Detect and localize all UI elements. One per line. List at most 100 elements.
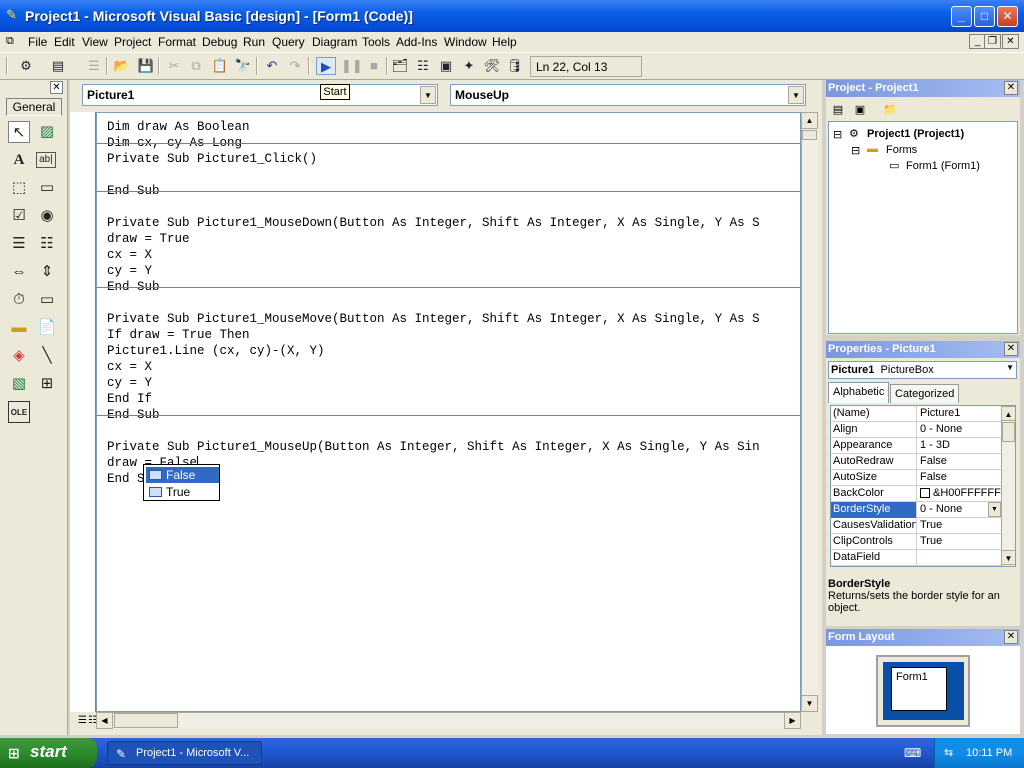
property-value[interactable]: False <box>918 454 1001 470</box>
menu-help[interactable]: Help <box>492 35 517 49</box>
menu-diagram[interactable]: Diagram <box>312 35 357 49</box>
menu-system-icon[interactable]: ⧉ <box>6 35 14 48</box>
tree-item-project[interactable]: Project1 (Project1) <box>867 128 964 140</box>
code-line[interactable]: draw = True <box>107 231 190 247</box>
scroll-up-icon[interactable]: ▲ <box>801 112 818 129</box>
code-line[interactable]: Dim draw As Boolean <box>107 119 250 135</box>
close-button[interactable]: ✕ <box>997 6 1018 27</box>
project-explorer-icon[interactable]: 🗂 <box>390 57 410 75</box>
form-layout-close-button[interactable]: ✕ <box>1004 630 1018 644</box>
property-value[interactable]: 0 - None <box>918 422 1001 438</box>
chevron-down-icon[interactable]: ▼ <box>788 86 804 104</box>
minimize-button[interactable]: _ <box>951 6 972 27</box>
code-line[interactable]: Private Sub Picture1_MouseDown(Button As… <box>107 215 760 231</box>
tree-expander-icon[interactable]: ⊟ <box>833 128 842 141</box>
combobox-icon[interactable]: ☰ <box>8 233 30 255</box>
hscrollbar-icon[interactable]: ⇔ <box>8 261 30 283</box>
checkbox-icon[interactable]: ☑ <box>8 205 30 227</box>
start-button[interactable]: ⊞ start <box>0 738 97 768</box>
menu-project[interactable]: Project <box>114 35 151 49</box>
procedure-combo[interactable]: MouseUp ▼ <box>450 84 806 106</box>
menu-editor-icon[interactable]: ☰ <box>84 57 104 75</box>
property-row[interactable]: Appearance 1 - 3D <box>831 438 1001 454</box>
property-row[interactable]: AutoRedraw False <box>831 454 1001 470</box>
chevron-down-icon[interactable]: ▼ <box>1006 363 1014 372</box>
menu-tools[interactable]: Tools <box>362 35 390 49</box>
object-browser-icon[interactable]: ✦ <box>459 57 479 75</box>
autocomplete-item[interactable]: False <box>146 467 219 483</box>
property-row[interactable]: (Name) Picture1 <box>831 406 1001 422</box>
scroll-left-icon[interactable]: ◀ <box>96 712 113 729</box>
menu-format[interactable]: Format <box>158 35 196 49</box>
menu-file[interactable]: File <box>28 35 47 49</box>
horizontal-scroll-thumb[interactable] <box>114 713 178 728</box>
add-project-icon[interactable]: ⚙ <box>16 57 36 75</box>
copy-icon[interactable]: ⧉ <box>186 57 206 75</box>
property-row-selected[interactable]: BorderStyle 0 - None ▼ <box>831 502 1001 518</box>
code-margin[interactable] <box>70 112 96 712</box>
code-line[interactable]: Private Sub Picture1_MouseUp(Button As I… <box>107 439 760 455</box>
dirlistbox-icon[interactable]: ▬ <box>8 317 30 339</box>
property-value[interactable] <box>918 550 1001 566</box>
property-value[interactable]: True <box>918 534 1001 550</box>
menu-run[interactable]: Run <box>243 35 265 49</box>
line-tool-icon[interactable]: ╲ <box>36 345 58 367</box>
properties-window-icon[interactable]: ☷ <box>413 57 433 75</box>
code-line[interactable]: cx = X <box>107 359 152 375</box>
menu-query[interactable]: Query <box>272 35 305 49</box>
property-value[interactable]: &H00FFFFFF <box>918 486 1001 502</box>
drivelistbox-icon[interactable]: ▭ <box>36 289 58 311</box>
timer-icon[interactable]: ⏱ <box>8 289 30 311</box>
toolbox-icon[interactable]: 🛠 <box>482 57 502 75</box>
vertical-scroll-thumb[interactable] <box>802 130 817 140</box>
tab-alphabetic[interactable]: Alphabetic <box>828 382 890 403</box>
property-scroll-thumb[interactable] <box>1002 422 1015 442</box>
clock[interactable]: 10:11 PM <box>966 747 1012 759</box>
view-object-icon[interactable]: ▣ <box>850 101 870 119</box>
image-tool-icon[interactable]: ▧ <box>8 373 30 395</box>
cut-icon[interactable]: ✂ <box>164 57 184 75</box>
properties-panel-close-button[interactable]: ✕ <box>1004 342 1018 356</box>
scroll-down-icon[interactable]: ▼ <box>1001 550 1015 565</box>
code-line[interactable]: If draw = True Then <box>107 327 250 343</box>
network-icon[interactable]: ⇆ <box>944 746 953 759</box>
code-line[interactable]: cy = Y <box>107 263 152 279</box>
find-icon[interactable]: 🔭 <box>233 57 253 75</box>
property-row[interactable]: BackColor &H00FFFFFF <box>831 486 1001 502</box>
property-scrollbar[interactable]: ▲ ▼ <box>1001 406 1015 566</box>
add-form-icon[interactable]: ▤ <box>48 57 68 75</box>
scroll-right-icon[interactable]: ▶ <box>784 712 801 729</box>
commandbutton-icon[interactable]: ▭ <box>36 177 58 199</box>
view-code-icon[interactable]: ▤ <box>828 101 848 119</box>
menu-window[interactable]: Window <box>444 35 487 49</box>
toggle-folders-icon[interactable]: 📁 <box>880 101 900 119</box>
tree-item-forms[interactable]: Forms <box>886 144 917 156</box>
property-row[interactable]: Align 0 - None <box>831 422 1001 438</box>
form-layout-icon[interactable]: ▣ <box>436 57 456 75</box>
mdi-close-button[interactable]: ✕ <box>1002 34 1019 49</box>
tab-categorized[interactable]: Categorized <box>890 384 960 403</box>
toolbox-general-tab[interactable]: General <box>6 98 62 116</box>
code-line[interactable]: End S <box>107 471 145 487</box>
property-row[interactable]: AutoSize False <box>831 470 1001 486</box>
pointer-icon[interactable]: ↖ <box>8 121 30 143</box>
property-row[interactable]: CausesValidation True <box>831 518 1001 534</box>
code-editor[interactable]: Dim draw As Boolean Dim cx, cy As Long P… <box>96 112 801 712</box>
paste-icon[interactable]: 📋 <box>210 57 230 75</box>
textbox-icon[interactable]: ab| <box>36 152 56 168</box>
menu-add-ins[interactable]: Add-Ins <box>396 35 437 49</box>
code-line[interactable]: cx = X <box>107 247 152 263</box>
undo-icon[interactable]: ↶ <box>262 57 282 75</box>
redo-icon[interactable]: ↷ <box>285 57 305 75</box>
menu-view[interactable]: View <box>82 35 108 49</box>
property-value[interactable]: True <box>918 518 1001 534</box>
taskbar-item-vb[interactable]: ✎ Project1 - Microsoft V... <box>107 741 262 765</box>
property-value[interactable]: False <box>918 470 1001 486</box>
keyboard-icon[interactable]: ⌨ <box>904 746 921 760</box>
frame-icon[interactable]: ⬚ <box>8 177 30 199</box>
tree-item-form1[interactable]: Form1 (Form1) <box>906 160 980 172</box>
toolbox-close-button[interactable]: ✕ <box>50 81 63 94</box>
menu-edit[interactable]: Edit <box>54 35 75 49</box>
code-line[interactable]: Private Sub Picture1_Click() <box>107 151 317 167</box>
vscrollbar-icon[interactable]: ⇕ <box>36 261 58 283</box>
